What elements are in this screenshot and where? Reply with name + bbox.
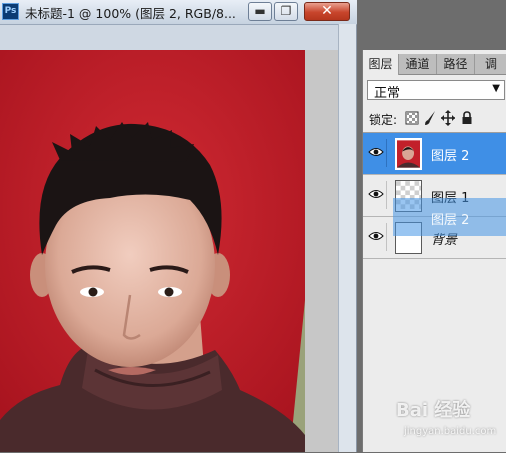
watermark-url: jingyan.baidu.com — [404, 426, 497, 437]
layer-row-layer-2[interactable]: 图层 2 — [363, 133, 506, 175]
baidu-jingyan-watermark: Bai 经验 jingyan.baidu.com — [396, 396, 504, 446]
blend-mode-select[interactable]: 正常 ▼ — [367, 80, 505, 101]
visibility-toggle[interactable] — [365, 223, 387, 251]
visibility-toggle[interactable] — [365, 139, 387, 167]
document-scrollbar[interactable] — [338, 24, 356, 452]
layers-panel: 图层 通道 路径 调 正常 ▼ 锁定: 图层 2 背景 图层 2 — [362, 50, 506, 452]
drag-ghost-label: 图层 2 — [431, 213, 470, 228]
move-icon[interactable] — [441, 110, 455, 126]
portrait-photo — [0, 50, 305, 452]
restore-button[interactable]: ❐ — [274, 2, 298, 21]
lock-transparency-icon[interactable] — [405, 110, 419, 126]
photo-thumb-icon — [397, 140, 420, 168]
blend-mode-value: 正常 — [374, 86, 401, 101]
layer-name: 图层 2 — [431, 149, 470, 164]
document-title: 未标题-1 @ 100% (图层 2, RGB/8... — [25, 6, 236, 21]
photoshop-app-icon: Ps — [2, 3, 19, 20]
visibility-toggle[interactable] — [365, 181, 387, 209]
padlock-icon[interactable] — [460, 110, 474, 126]
document-window: Ps 未标题-1 @ 100% (图层 2, RGB/8... ▬ ❐ ✕ — [0, 0, 357, 452]
document-canvas[interactable] — [0, 50, 338, 452]
chevron-down-icon: ▼ — [492, 83, 500, 94]
close-button[interactable]: ✕ — [304, 2, 350, 21]
tab-channels[interactable]: 通道 — [399, 54, 437, 74]
lock-options: 锁定: — [367, 110, 505, 128]
panel-tab-bar: 图层 通道 路径 调 — [363, 54, 506, 75]
eye-icon — [368, 232, 384, 240]
tab-layers[interactable]: 图层 — [363, 54, 399, 75]
lock-label: 锁定: — [369, 113, 398, 127]
eye-icon — [368, 148, 384, 156]
tab-paths[interactable]: 路径 — [437, 54, 475, 74]
layer-thumbnail — [395, 138, 422, 170]
tab-adjustments[interactable]: 调 — [475, 54, 506, 74]
watermark-logo: Bai 经验 — [396, 400, 471, 421]
minimize-button[interactable]: ▬ — [248, 2, 272, 21]
eye-icon — [368, 190, 384, 198]
document-titlebar[interactable]: Ps 未标题-1 @ 100% (图层 2, RGB/8... ▬ ❐ ✕ — [0, 0, 357, 25]
brush-icon[interactable] — [423, 110, 437, 126]
